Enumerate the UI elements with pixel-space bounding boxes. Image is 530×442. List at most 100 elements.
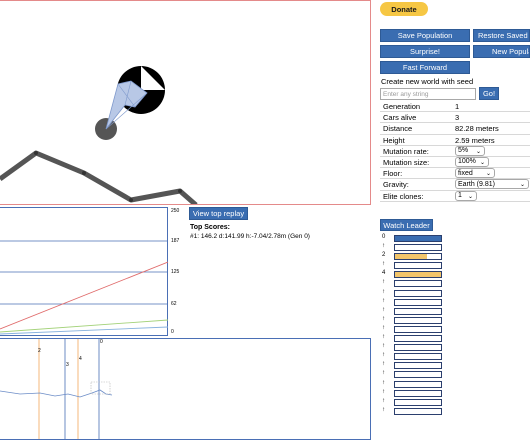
new-population-button[interactable]: New Popula (473, 45, 530, 58)
seed-input[interactable] (380, 88, 476, 100)
leaderboard-progress-bar (394, 380, 442, 388)
leaderboard-row: 4 (380, 270, 450, 279)
stat-label: Gravity: (383, 180, 409, 190)
minimap-car-label: 2 (38, 348, 41, 354)
leaderboard-progress-fill (395, 254, 428, 260)
graph-tick-label: 0 (171, 329, 174, 335)
stat-row-distance: Distance 82.28 meters (380, 123, 530, 135)
graph-tick-label: 125 (171, 269, 180, 275)
leaderboard-rank-label: ↑ (382, 352, 385, 359)
leaderboard-rank-label: ↑ (382, 261, 385, 268)
stat-label: Elite clones: (383, 191, 424, 201)
leaderboard-rank-label: ↑ (382, 406, 385, 413)
save-population-button[interactable]: Save Population (380, 29, 470, 42)
leaderboard-rank-label: ↑ (382, 388, 385, 395)
leaderboard-rank-label: ↑ (382, 379, 385, 386)
leaderboard-progress-bar (394, 353, 442, 361)
minimap-car-label: 4 (79, 356, 82, 362)
leaderboard-progress-bar (394, 398, 442, 406)
leaderboard-row: ↑ (380, 279, 450, 288)
leaderboard-progress-bar (394, 253, 442, 261)
minimap-terrain (0, 389, 113, 398)
stats-table: Generation 1 Cars alive 3 Distance 82.28… (380, 101, 530, 202)
watch-leader-button[interactable]: Watch Leader (380, 219, 433, 231)
stat-label: Height (383, 135, 405, 145)
leaderboard-row: ↑ (380, 407, 450, 416)
stat-label: Distance (383, 124, 413, 134)
stat-row-mutation-size: Mutation size: 100% ⌄ (380, 156, 530, 169)
simulation-canvas[interactable] (0, 0, 371, 205)
terrain-track (0, 150, 198, 204)
stat-row-mutation-rate: Mutation rate: 5% ⌄ (380, 145, 530, 157)
leaderboard-row: ↑ (380, 325, 450, 334)
top-score-entry: #1: 146.2 d:141.99 h:-7.04/2.78m (Gen 0) (190, 233, 310, 240)
leaderboard-rank-label: ↑ (382, 306, 385, 313)
leaderboard-row: 0 (380, 234, 450, 243)
leaderboard-row: ↑ (380, 316, 450, 325)
leaderboard-progress-bar (394, 325, 442, 333)
fast-forward-button[interactable]: Fast Forward (380, 61, 470, 74)
leaderboard-row: ↑ (380, 380, 450, 389)
seed-label: Create new world with seed (381, 77, 474, 86)
top-scores-title: Top Scores: (190, 224, 230, 231)
leaderboard-progress-bar (394, 244, 442, 252)
restore-saved-population-button[interactable]: Restore Saved Po (473, 29, 530, 42)
stat-row-cars-alive: Cars alive 3 (380, 112, 530, 124)
leaderboard-row: ↑ (380, 370, 450, 379)
leaderboard-progress-bar (394, 289, 442, 297)
chevron-down-icon: ⌄ (519, 182, 525, 189)
leaderboard-row: 2 (380, 252, 450, 261)
stat-label: Mutation size: (383, 157, 430, 167)
leaderboard-row: ↑ (380, 398, 450, 407)
surprise-button[interactable]: Surprise! (380, 45, 470, 58)
leaderboard-progress-fill (395, 236, 441, 241)
chevron-down-icon: ⌄ (485, 171, 491, 178)
chevron-down-icon: ⌄ (467, 193, 473, 200)
elite-clones-select[interactable]: 1 ⌄ (455, 190, 477, 201)
donate-button[interactable]: Donate (380, 2, 428, 16)
leaderboard-progress-bar (394, 280, 442, 288)
leaderboard-row: ↑ (380, 298, 450, 307)
chevron-down-icon: ⌄ (475, 148, 481, 155)
leaderboard-progress-bar (394, 371, 442, 379)
select-value: 1 (458, 192, 462, 199)
floor-select[interactable]: fixed ⌄ (455, 168, 495, 179)
leaderboard-rank-label: 2 (382, 252, 386, 259)
leaderboard-row: ↑ (380, 352, 450, 361)
leaderboard-row: ↑ (380, 307, 450, 316)
view-top-replay-button[interactable]: View top replay (189, 207, 248, 220)
leaderboard-rank-label: ↑ (382, 324, 385, 331)
chevron-down-icon: ⌄ (479, 159, 485, 166)
leaderboard-rank-label: 0 (382, 234, 386, 240)
leaderboard-rank-label: ↑ (382, 279, 385, 286)
stat-row-gravity: Gravity: Earth (9.81) ⌄ (380, 179, 530, 191)
stat-row-height: Height 2.59 meters (380, 135, 530, 146)
leaderboard-progress-bar (394, 271, 442, 279)
graph-tick-label: 250 (171, 208, 180, 214)
leaderboard-progress-bar (394, 298, 442, 306)
mutation-size-select[interactable]: 100% ⌄ (455, 156, 489, 167)
stat-label: Mutation rate: (383, 146, 429, 156)
graph-tick-label: 62 (171, 301, 177, 307)
cars-alive-value: 3 (455, 113, 460, 123)
graph-tick-label: 187 (171, 238, 180, 244)
car (95, 66, 165, 140)
select-value: 100% (458, 158, 476, 166)
leaderboard-progress-bar (394, 389, 442, 397)
gravity-select[interactable]: Earth (9.81) ⌄ (455, 179, 529, 190)
leaderboard-row: ↑ (380, 389, 450, 398)
leaderboard-row: ↑ (380, 261, 450, 270)
leaderboard-row: ↑ (380, 334, 450, 343)
leaderboard-progress-bar (394, 362, 442, 370)
leaderboard-progress-bar (394, 307, 442, 315)
mutation-rate-select[interactable]: 5% ⌄ (455, 145, 485, 156)
leaderboard-row: ↑ (380, 243, 450, 252)
leaderboard-row: ↑ (380, 343, 450, 352)
leaderboard-progress-bar (394, 235, 442, 242)
leaderboard-rank-label: ↑ (382, 297, 385, 304)
leaderboard-progress-fill (395, 272, 441, 278)
go-button[interactable]: Go! (479, 87, 499, 100)
leaderboard-progress-bar (394, 344, 442, 352)
stat-label: Cars alive (383, 113, 417, 123)
leaderboard-rank-label: ↑ (382, 288, 385, 295)
